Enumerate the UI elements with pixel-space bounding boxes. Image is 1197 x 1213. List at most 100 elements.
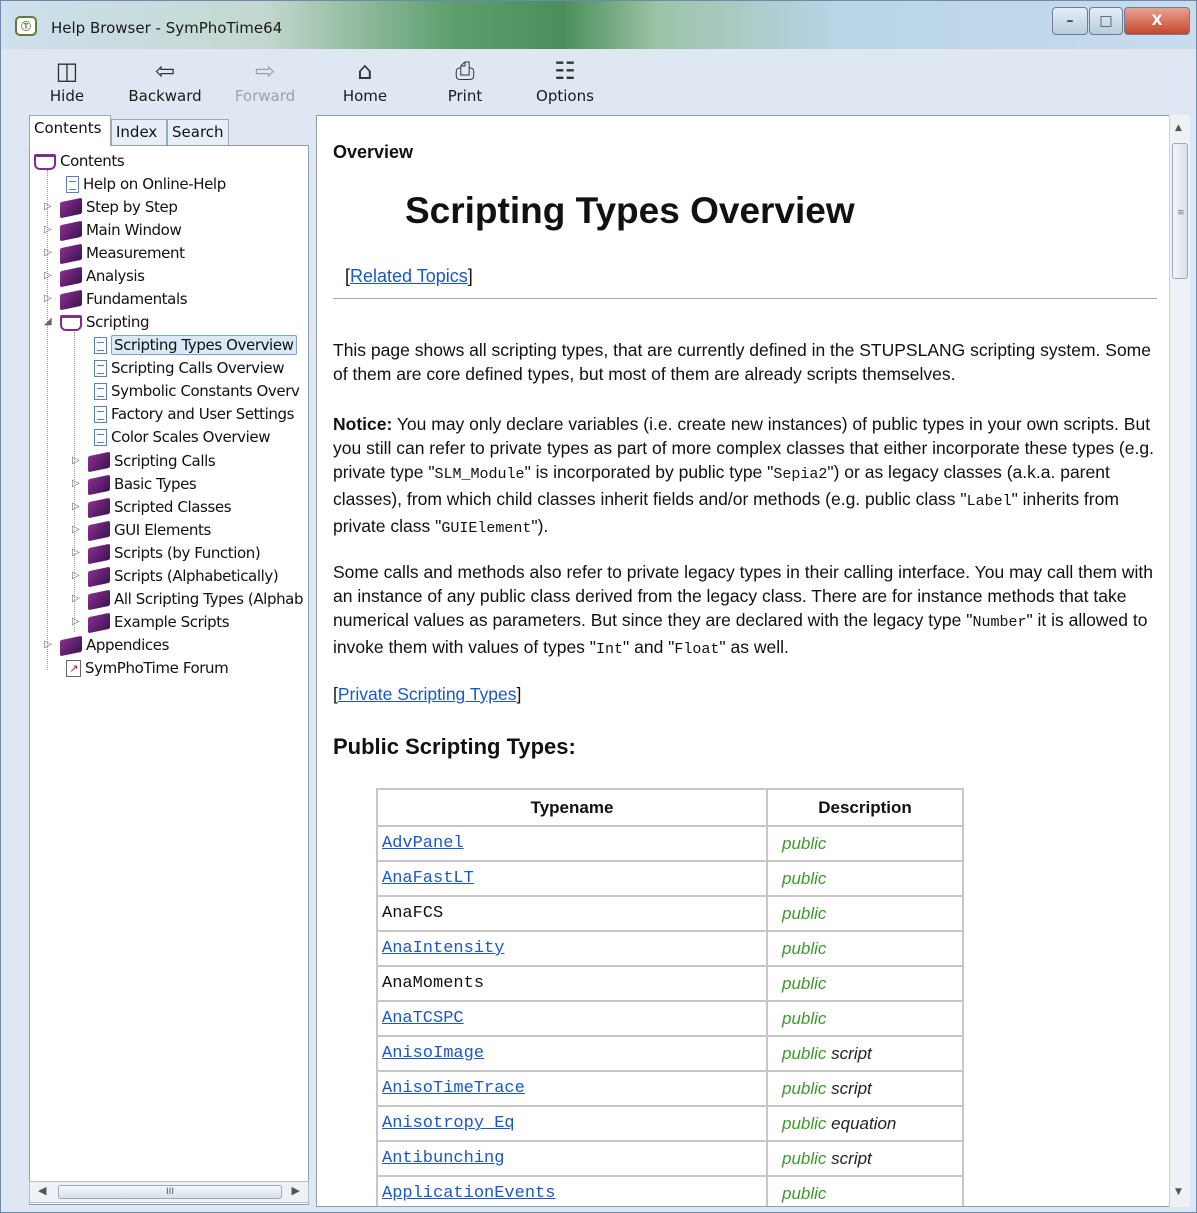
expand-arrow-icon[interactable]: ▷	[44, 196, 52, 218]
tree-node-appendices[interactable]: Appendices	[60, 634, 169, 656]
typename-link[interactable]: AnisoTimeTrace	[382, 1079, 525, 1098]
tree-label: Example Scripts	[114, 613, 230, 631]
visibility-text: public	[782, 1113, 827, 1133]
tree-node-scripting-types-overview[interactable]: Scripting Types Overview	[94, 334, 297, 356]
scroll-right-icon[interactable]: ▶	[292, 1184, 300, 1197]
tab-index[interactable]: Index	[111, 119, 167, 145]
tree-node-measurement[interactable]: Measurement	[60, 242, 185, 264]
minimize-icon: –	[1066, 13, 1074, 29]
minimize-button[interactable]: –	[1052, 7, 1088, 35]
tree-node-symphotime-forum[interactable]: ↗ SymPhoTime Forum	[66, 657, 229, 679]
typename-cell: Anisotropy_Eq	[376, 1105, 768, 1142]
book-icon	[88, 451, 110, 472]
expand-arrow-icon[interactable]: ▷	[72, 588, 80, 610]
title-bar[interactable]: Ⓣ Help Browser - SymPhoTime64 – □ X	[1, 1, 1196, 49]
book-icon	[60, 635, 82, 656]
typename-link[interactable]: AnaFastLT	[382, 869, 474, 888]
backward-button[interactable]: ⇦ Backward	[125, 51, 205, 113]
description-cell: public	[766, 930, 964, 967]
table-row: AnaIntensity public	[376, 930, 964, 967]
tree-node-step-by-step[interactable]: Step by Step	[60, 196, 178, 218]
typename-link[interactable]: Anisotropy_Eq	[382, 1114, 515, 1133]
typename-link[interactable]: ApplicationEvents	[382, 1184, 555, 1203]
tree-label: Scripting	[86, 313, 150, 331]
hide-icon: ◫	[55, 57, 79, 85]
maximize-icon: □	[1099, 13, 1113, 29]
tab-search[interactable]: Search	[167, 119, 229, 145]
scrollbar-thumb[interactable]: ≡	[1172, 143, 1188, 279]
book-icon	[88, 612, 110, 633]
description-cell: public	[766, 1000, 964, 1037]
expand-arrow-icon[interactable]: ▷	[72, 473, 80, 495]
close-icon: X	[1151, 13, 1163, 29]
expand-arrow-icon[interactable]: ▷	[72, 565, 80, 587]
tree-node-analysis[interactable]: Analysis	[60, 265, 145, 287]
typename-link[interactable]: AnaIntensity	[382, 939, 504, 958]
private-types-link[interactable]: Private Scripting Types	[338, 684, 517, 704]
typename-link[interactable]: AdvPanel	[382, 834, 464, 853]
tree-node-symbolic-constants[interactable]: Symbolic Constants Overv	[94, 380, 300, 402]
tree-node-fundamentals[interactable]: Fundamentals	[60, 288, 188, 310]
expand-arrow-icon[interactable]: ▷	[44, 219, 52, 241]
description-cell: public script	[766, 1070, 964, 1107]
tree-node-basic-types[interactable]: Basic Types	[88, 473, 197, 495]
related-topics-link[interactable]: Related Topics	[350, 266, 468, 286]
expand-arrow-icon[interactable]: ▷	[44, 265, 52, 287]
tree-node-scripts-alphabetically[interactable]: Scripts (Alphabetically)	[88, 565, 279, 587]
expand-arrow-icon[interactable]: ▷	[72, 519, 80, 541]
tree-node-example-scripts[interactable]: Example Scripts	[88, 611, 230, 633]
close-button[interactable]: X	[1124, 7, 1190, 35]
description-cell: public script	[766, 1140, 964, 1177]
home-button[interactable]: ⌂ Home	[325, 51, 405, 113]
typename-link[interactable]: AnisoImage	[382, 1044, 484, 1063]
tree-node-scripted-classes[interactable]: Scripted Classes	[88, 496, 232, 518]
home-icon: ⌂	[357, 57, 373, 85]
book-icon	[60, 289, 82, 310]
typename-link[interactable]: AnaTCSPC	[382, 1009, 464, 1028]
table-row: AnisoTimeTrace public script	[376, 1070, 964, 1107]
horizontal-scrollbar[interactable]: ◀ III ▶	[29, 1181, 309, 1203]
visibility-text: public	[782, 903, 827, 923]
tree-node-factory-user-settings[interactable]: Factory and User Settings	[94, 403, 294, 425]
vertical-scrollbar[interactable]: ▲ ≡ ▼	[1169, 115, 1190, 1207]
tree-node-gui-elements[interactable]: GUI Elements	[88, 519, 211, 541]
expand-arrow-icon[interactable]: ▷	[44, 288, 52, 310]
maximize-button[interactable]: □	[1089, 7, 1123, 35]
expand-arrow-icon[interactable]: ▷	[72, 450, 80, 472]
tree-node-scripts-by-function[interactable]: Scripts (by Function)	[88, 542, 261, 564]
tree-node-color-scales[interactable]: Color Scales Overview	[94, 426, 270, 448]
collapse-arrow-icon[interactable]: ◢	[44, 311, 52, 333]
tree-node-main-window[interactable]: Main Window	[60, 219, 182, 241]
scroll-up-icon[interactable]: ▲	[1175, 123, 1182, 133]
scroll-down-icon[interactable]: ▼	[1175, 1187, 1182, 1197]
expand-arrow-icon[interactable]: ▷	[72, 496, 80, 518]
tree-label: Scripting Calls Overview	[111, 359, 285, 377]
tree-label: Contents	[60, 152, 125, 170]
expand-arrow-icon[interactable]: ▷	[72, 611, 80, 633]
page-icon	[94, 406, 107, 423]
typename-link[interactable]: Antibunching	[382, 1149, 504, 1168]
tree-label: Measurement	[86, 244, 185, 262]
expand-arrow-icon[interactable]: ▷	[44, 242, 52, 264]
tree-node-all-scripting-types[interactable]: All Scripting Types (Alphab	[88, 588, 303, 610]
scroll-left-icon[interactable]: ◀	[38, 1184, 46, 1197]
expand-arrow-icon[interactable]: ▷	[44, 634, 52, 656]
options-button[interactable]: ☷ Options	[525, 51, 605, 113]
options-icon: ☷	[554, 57, 576, 85]
tree-node-scripting[interactable]: Scripting	[60, 311, 150, 333]
table-row: AdvPanel public	[376, 825, 964, 862]
hide-button[interactable]: ◫ Hide	[27, 51, 107, 113]
typename-cell: AnisoImage	[376, 1035, 768, 1072]
tree-label: GUI Elements	[114, 521, 211, 539]
expand-arrow-icon[interactable]: ▷	[72, 542, 80, 564]
tree-node-help-on-online-help[interactable]: Help on Online-Help	[66, 173, 226, 195]
types-table-body: AdvPanel public AnaFastLT public AnaFCS publi…	[376, 825, 964, 1206]
tree-node-scripting-calls-overview[interactable]: Scripting Calls Overview	[94, 357, 284, 379]
tab-contents[interactable]: Contents	[29, 115, 111, 146]
tree-node-contents[interactable]: Contents	[34, 150, 125, 172]
tree-node-scripting-calls[interactable]: Scripting Calls	[88, 450, 216, 472]
print-button[interactable]: ⎙ Print	[425, 51, 505, 113]
typename-cell: AnaFCS	[376, 895, 768, 932]
forward-button[interactable]: ⇨ Forward	[225, 51, 305, 113]
scrollbar-thumb[interactable]: III	[58, 1185, 282, 1199]
